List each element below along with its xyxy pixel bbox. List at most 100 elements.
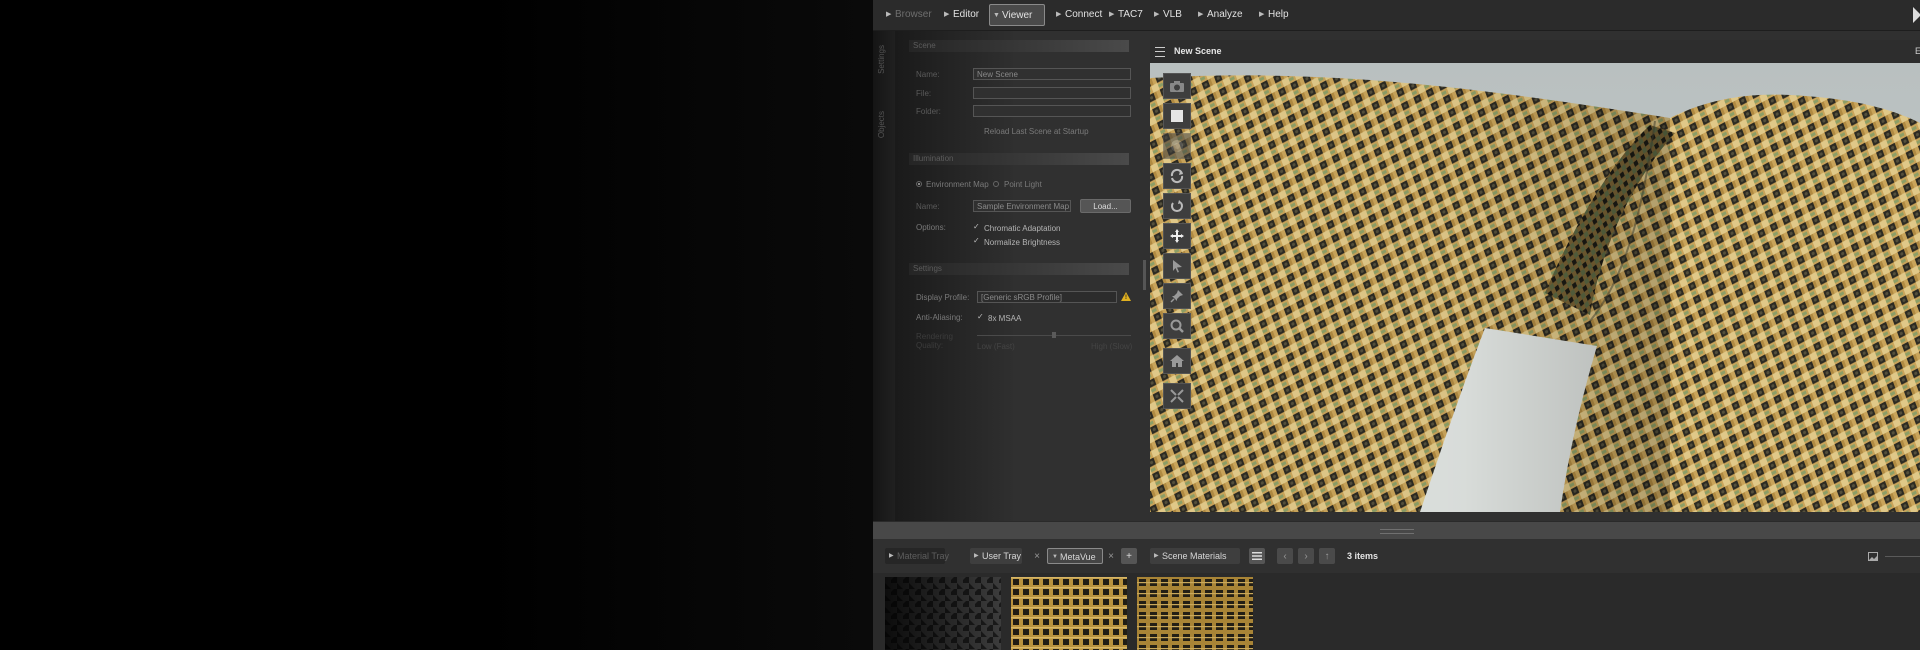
reload-scene-checkbox[interactable] bbox=[973, 126, 980, 133]
nav-help[interactable]: ▶ Help bbox=[1256, 4, 1296, 26]
fit-tool[interactable] bbox=[1163, 383, 1191, 409]
nav-label: Viewer bbox=[1002, 10, 1033, 21]
tab-triangle-icon: ▶ bbox=[974, 553, 979, 559]
scene-name-label: Name: bbox=[916, 70, 940, 79]
section-header-settings[interactable]: Settings bbox=[909, 263, 1129, 275]
tab-triangle-icon: ▶ bbox=[889, 553, 894, 559]
camera-tool[interactable] bbox=[1163, 73, 1191, 99]
home-icon bbox=[1170, 355, 1184, 367]
menu-icon[interactable] bbox=[1155, 47, 1165, 57]
close-metavue-icon[interactable]: × bbox=[1105, 548, 1117, 564]
load-env-map-button[interactable]: Load... bbox=[1080, 199, 1131, 213]
nav-browser[interactable]: ▶ Browser bbox=[883, 4, 935, 26]
msaa-checkmark-icon[interactable]: ✓ bbox=[977, 313, 984, 321]
close-user-tray-icon[interactable]: × bbox=[1031, 548, 1043, 564]
quality-slider-knob[interactable] bbox=[1052, 332, 1056, 338]
display-profile-field[interactable]: [Generic sRGB Profile] bbox=[977, 291, 1117, 303]
top-nav-bar: ▶ Browser ▶ Editor ▼ Viewer ▶ Connect ▶ TAC7 … bbox=[873, 0, 1920, 31]
tab-label: User Tray bbox=[982, 551, 1022, 561]
list-view-button[interactable] bbox=[1249, 548, 1265, 564]
side-tab-settings[interactable]: Settings bbox=[877, 45, 891, 74]
nav-triangle-icon: ▶ bbox=[1154, 11, 1160, 18]
zoom-icon bbox=[1170, 319, 1184, 333]
square-tool[interactable] bbox=[1163, 103, 1191, 129]
items-count: 3 items bbox=[1347, 551, 1379, 561]
pin-tool[interactable] bbox=[1163, 283, 1191, 309]
chevron-left-icon: ‹ bbox=[1283, 550, 1287, 562]
add-tray-button[interactable]: + bbox=[1121, 548, 1137, 564]
viewer-toolbar bbox=[1163, 73, 1191, 418]
point-light-radio[interactable] bbox=[993, 181, 999, 187]
up-button[interactable]: ↑ bbox=[1319, 548, 1335, 564]
tab-triangle-icon: ▶ bbox=[1154, 553, 1159, 559]
weave-swatch bbox=[1011, 577, 1127, 650]
tab-user-tray[interactable]: ▶ User Tray bbox=[970, 548, 1022, 564]
env-map-radio[interactable] bbox=[916, 181, 922, 187]
nav-viewer[interactable]: ▼ Viewer bbox=[989, 4, 1045, 26]
tab-label: Scene Materials bbox=[1162, 551, 1227, 561]
nav-triangle-icon: ▶ bbox=[886, 11, 892, 18]
nav-vlb[interactable]: ▶ VLB bbox=[1151, 4, 1185, 26]
env-map-name-field[interactable]: Sample Environment Map bbox=[973, 200, 1071, 212]
panel-splitter-handle[interactable] bbox=[1143, 260, 1146, 290]
chromatic-checkmark-icon[interactable]: ✓ bbox=[973, 223, 980, 231]
houndstooth-swatch bbox=[885, 577, 1001, 650]
bottom-splitter[interactable] bbox=[873, 521, 1920, 540]
list-icon bbox=[1252, 552, 1262, 560]
nav-triangle-icon: ▶ bbox=[1259, 11, 1265, 18]
section-header-illumination[interactable]: Illumination bbox=[909, 153, 1129, 165]
nav-triangle-icon: ▶ bbox=[944, 11, 950, 18]
image-icon bbox=[1868, 551, 1878, 561]
expand-arrow-icon[interactable] bbox=[1913, 7, 1920, 23]
tab-scene-materials[interactable]: ▶ Scene Materials bbox=[1150, 548, 1240, 564]
side-tab-objects[interactable]: Objects bbox=[877, 111, 891, 138]
nav-tac7[interactable]: ▶ TAC7 bbox=[1106, 4, 1146, 26]
next-button[interactable]: › bbox=[1298, 548, 1314, 564]
scene-folder-field[interactable] bbox=[973, 105, 1131, 117]
tab-metavue[interactable]: ▼ MetaVue bbox=[1047, 548, 1103, 564]
nav-editor[interactable]: ▶ Editor bbox=[941, 4, 981, 26]
left-black-area bbox=[0, 0, 873, 650]
move-tool[interactable] bbox=[1163, 223, 1191, 249]
nav-label: VLB bbox=[1163, 9, 1182, 20]
pointer-tool[interactable] bbox=[1163, 253, 1191, 279]
square-icon bbox=[1171, 110, 1183, 122]
nav-label: Editor bbox=[953, 9, 980, 20]
quality-label-1: Rendering bbox=[916, 332, 953, 341]
3d-viewport[interactable] bbox=[1150, 63, 1920, 512]
quality-high-label: High (Slow) bbox=[1091, 342, 1133, 351]
material-thumbnail-houndstooth[interactable] bbox=[885, 577, 1001, 650]
scene-name-field[interactable]: New Scene bbox=[973, 68, 1131, 80]
thumbnail-size-button[interactable] bbox=[1867, 550, 1879, 562]
quality-low-label: Low (Fast) bbox=[977, 342, 1015, 351]
fabric-render bbox=[1150, 75, 1920, 512]
material-thumbnail-weave-2[interactable] bbox=[1137, 577, 1253, 650]
reload-scene-label: Reload Last Scene at Startup bbox=[984, 127, 1089, 136]
env-name-label: Name: bbox=[916, 202, 940, 211]
rotate-reset-icon bbox=[1171, 200, 1183, 212]
nav-label: TAC7 bbox=[1118, 9, 1143, 20]
nav-triangle-icon: ▶ bbox=[1198, 11, 1204, 18]
prev-button[interactable]: ‹ bbox=[1277, 548, 1293, 564]
nav-triangle-icon: ▶ bbox=[1109, 11, 1115, 18]
tab-triangle-down-icon: ▼ bbox=[1052, 554, 1058, 560]
zoom-tool[interactable] bbox=[1163, 313, 1191, 339]
viewer-header: New Scene bbox=[1150, 40, 1920, 63]
thumbnail-size-slider[interactable] bbox=[1885, 556, 1920, 557]
normalize-checkmark-icon[interactable]: ✓ bbox=[973, 237, 980, 245]
scene-file-field[interactable] bbox=[973, 87, 1131, 99]
section-header-scene[interactable]: Scene bbox=[909, 40, 1129, 52]
rotate-reset-tool[interactable] bbox=[1163, 193, 1191, 219]
rotate-tool[interactable] bbox=[1163, 163, 1191, 189]
scene-file-label: File: bbox=[916, 89, 932, 98]
sphere-tool[interactable] bbox=[1163, 133, 1191, 159]
material-thumbnail-weave-1[interactable] bbox=[1011, 577, 1127, 650]
weave-swatch bbox=[1137, 577, 1253, 650]
point-light-label: Point Light bbox=[1004, 180, 1042, 189]
home-tool[interactable] bbox=[1163, 348, 1191, 374]
nav-analyze[interactable]: ▶ Analyze bbox=[1195, 4, 1247, 26]
options-label: Options: bbox=[916, 223, 946, 232]
nav-connect[interactable]: ▶ Connect bbox=[1053, 4, 1103, 26]
nav-triangle-down-icon: ▼ bbox=[993, 12, 1000, 19]
tab-material-tray[interactable]: ▶ Material Tray bbox=[885, 548, 949, 564]
